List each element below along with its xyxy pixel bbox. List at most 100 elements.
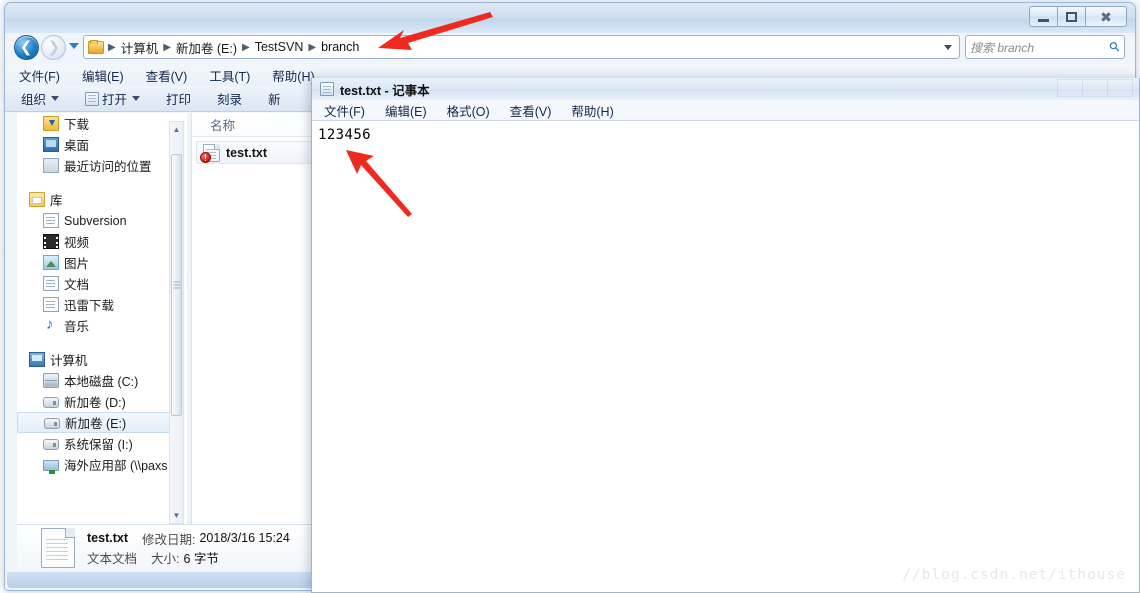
menu-file[interactable]: 文件(F) <box>19 66 60 85</box>
nav-item-downloads[interactable]: 下载 <box>17 113 187 134</box>
details-filename: test.txt <box>87 531 128 545</box>
nav-item-documents[interactable]: 文档 <box>17 273 187 294</box>
notepad-title-bar: test.txt - 记事本 <box>312 78 1139 100</box>
print-button[interactable]: 打印 <box>166 89 191 108</box>
svn-modified-badge-icon <box>200 151 211 163</box>
details-filetype: 文本文档 <box>87 551 138 566</box>
scrollbar-thumb[interactable] <box>171 154 182 416</box>
notepad-window-controls <box>1057 79 1133 97</box>
details-size-label: 大小: <box>151 551 180 566</box>
notepad-window: test.txt - 记事本 文件(F) 编辑(E) 格式(O) 查看(V) 帮… <box>311 78 1140 593</box>
search-input[interactable]: 搜索 branch ⚲ <box>965 35 1125 59</box>
breadcrumb-separator-icon: ▶ <box>163 41 171 53</box>
nav-label: 库 <box>50 194 63 208</box>
nav-item-subversion[interactable]: Subversion <box>17 210 187 231</box>
nav-item-network-share[interactable]: 海外应用部 (\\paxs <box>17 454 187 475</box>
nav-label: 海外应用部 (\\paxs <box>64 459 168 473</box>
new-folder-button[interactable]: 新 <box>268 89 281 108</box>
nav-item-local-disk-c[interactable]: 本地磁盘 (C:) <box>17 370 187 391</box>
address-bar[interactable]: ▶ 计算机 ▶ 新加卷 (E:) ▶ TestSVN ▶ branch <box>83 35 960 59</box>
thunder-download-icon <box>43 297 59 312</box>
nav-item-libraries[interactable]: 库 <box>17 189 187 210</box>
notepad-title: test.txt - 记事本 <box>340 83 430 98</box>
nav-group-spacer <box>17 336 187 349</box>
menu-help[interactable]: 帮助(H) <box>272 66 314 85</box>
scroll-down-arrow-icon[interactable]: ▼ <box>170 508 183 523</box>
notepad-menu-edit[interactable]: 编辑(E) <box>385 101 427 120</box>
chevron-down-icon <box>132 96 141 101</box>
nav-item-volume-e[interactable]: 新加卷 (E:) <box>17 412 183 433</box>
notepad-text-area[interactable]: 123456 <box>312 121 1139 592</box>
video-icon <box>43 234 59 249</box>
nav-item-system-reserved-i[interactable]: 系统保留 (I:) <box>17 433 187 454</box>
nav-item-recent-places[interactable]: 最近访问的位置 <box>17 155 187 176</box>
drive-icon <box>43 439 59 450</box>
breadcrumb-separator-icon: ▶ <box>242 41 250 53</box>
close-icon: ✖ <box>1100 8 1112 25</box>
address-dropdown-button[interactable] <box>937 36 959 58</box>
nav-group-spacer <box>17 176 187 189</box>
back-button[interactable]: ❮ <box>14 35 39 60</box>
open-button[interactable]: 打开 <box>85 89 141 108</box>
navigation-scrollbar[interactable]: ▲ ▼ <box>169 121 184 524</box>
folder-icon <box>88 39 104 54</box>
nav-label: Subversion <box>64 213 127 228</box>
organize-button[interactable]: 组织 <box>21 89 60 108</box>
scroll-up-arrow-icon[interactable]: ▲ <box>170 122 183 137</box>
details-line-1: test.txt 修改日期: 2018/3/16 15:24 <box>87 529 290 548</box>
minimize-button[interactable] <box>1029 6 1058 27</box>
nav-label: 本地磁盘 (C:) <box>64 375 139 389</box>
documents-icon <box>43 276 59 291</box>
minimize-icon <box>1038 18 1049 22</box>
nav-label: 最近访问的位置 <box>64 160 152 174</box>
forward-button[interactable]: ❯ <box>41 35 66 60</box>
text-document-icon <box>41 527 75 568</box>
recent-locations-chevron-icon[interactable] <box>69 43 79 49</box>
breadcrumb-volume-e[interactable]: 新加卷 (E:) <box>173 38 240 57</box>
library-icon <box>29 192 45 207</box>
pictures-icon <box>43 255 59 270</box>
open-label: 打开 <box>102 93 128 107</box>
explorer-title-bar: ✖ <box>5 3 1135 33</box>
notepad-close-button[interactable] <box>1107 79 1133 97</box>
nav-item-music[interactable]: 音乐 <box>17 315 187 336</box>
network-drive-icon <box>43 459 59 474</box>
maximize-button[interactable] <box>1057 6 1086 27</box>
menu-view[interactable]: 查看(V) <box>146 66 188 85</box>
nav-item-videos[interactable]: 视频 <box>17 231 187 252</box>
notepad-minimize-button[interactable] <box>1057 79 1083 97</box>
nav-item-computer[interactable]: 计算机 <box>17 349 187 370</box>
details-line-2: 文本文档 大小: 6 字节 <box>87 548 290 567</box>
breadcrumb-branch[interactable]: branch <box>318 40 362 54</box>
nav-item-volume-d[interactable]: 新加卷 (D:) <box>17 391 187 412</box>
nav-item-thunder-download[interactable]: 迅雷下载 <box>17 294 187 315</box>
menu-tools[interactable]: 工具(T) <box>209 66 250 85</box>
menu-edit[interactable]: 编辑(E) <box>82 66 124 85</box>
address-bar-row: ❮ ❯ ▶ 计算机 ▶ 新加卷 (E:) ▶ TestSVN ▶ branch … <box>5 32 1135 64</box>
breadcrumb-separator-icon: ▶ <box>108 41 116 53</box>
notepad-menu-help[interactable]: 帮助(H) <box>571 101 613 120</box>
notepad-maximize-button[interactable] <box>1082 79 1108 97</box>
nav-item-desktop[interactable]: 桌面 <box>17 134 187 155</box>
nav-item-pictures[interactable]: 图片 <box>17 252 187 273</box>
burn-button[interactable]: 刻录 <box>217 89 242 108</box>
navigation-pane[interactable]: 下载 桌面 最近访问的位置 库 Subversion 视频 图片 文档 迅雷下载… <box>17 113 187 525</box>
text-file-icon <box>200 143 220 163</box>
notepad-menu-file[interactable]: 文件(F) <box>324 101 365 120</box>
drive-icon <box>43 397 59 408</box>
document-icon <box>43 213 59 228</box>
close-button[interactable]: ✖ <box>1085 6 1127 27</box>
breadcrumb-computer[interactable]: 计算机 <box>118 38 162 57</box>
back-arrow-icon: ❮ <box>19 39 33 56</box>
recent-places-icon <box>43 158 59 173</box>
details-size-value: 6 字节 <box>183 551 219 566</box>
column-header-name[interactable]: 名称 <box>192 115 235 134</box>
nav-label: 桌面 <box>64 139 90 153</box>
notepad-menu-view[interactable]: 查看(V) <box>510 101 552 120</box>
breadcrumb-testsvn[interactable]: TestSVN <box>252 40 307 54</box>
notepad-menu-format[interactable]: 格式(O) <box>447 101 490 120</box>
file-name: test.txt <box>226 145 267 160</box>
chevron-down-icon <box>51 96 60 101</box>
notepad-text-line: 123456 <box>318 127 371 143</box>
organize-label: 组织 <box>21 93 47 107</box>
